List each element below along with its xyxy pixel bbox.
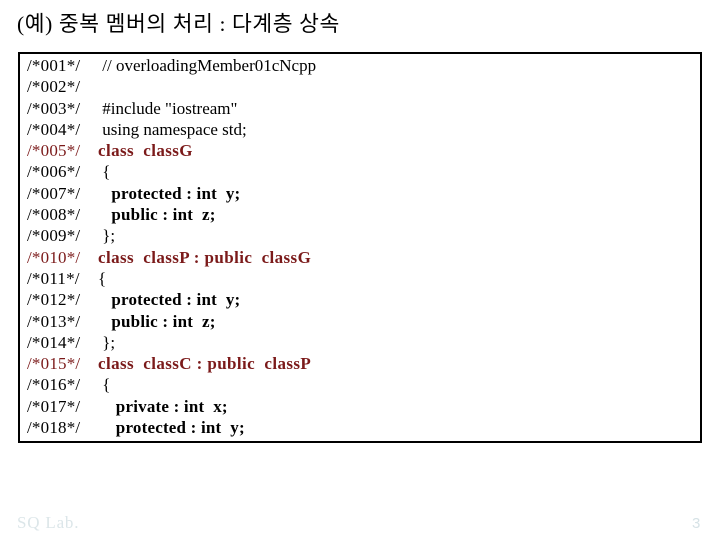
code-line: /*002*/: [20, 76, 700, 97]
code-line: /*004*/ using namespace std;: [20, 119, 700, 140]
code-line-text: public : int z;: [98, 205, 216, 225]
code-line: /*008*/ public : int z;: [20, 204, 700, 225]
code-line-number: /*015*/: [27, 354, 81, 374]
code-line: /*007*/ protected : int y;: [20, 183, 700, 204]
code-line-text: protected : int y;: [98, 183, 241, 203]
code-line-number: /*005*/: [27, 141, 81, 161]
code-line-text: public : int z;: [98, 311, 216, 331]
code-line: /*012*/ protected : int y;: [20, 289, 700, 310]
code-line-number: /*014*/: [27, 332, 81, 352]
code-line-number: /*012*/: [27, 290, 81, 310]
code-line: /*003*/ #include "iostream": [20, 98, 700, 119]
code-line: /*009*/ };: [20, 225, 700, 246]
code-line-text: class classP : public classG: [98, 247, 312, 267]
code-line-text: class classC : public classP: [98, 354, 312, 374]
code-line-text: protected : int y;: [98, 290, 241, 310]
code-line-number: /*018*/: [27, 418, 81, 438]
code-line: /*013*/ public : int z;: [20, 311, 700, 332]
code-line-text: {: [98, 268, 107, 288]
code-line: /*001*/ // overloadingMember01cNcpp: [20, 55, 700, 76]
code-line: /*005*/ class classG: [20, 140, 700, 161]
code-line-text: // overloadingMember01cNcpp: [98, 56, 317, 75]
code-line-text: #include "iostream": [98, 98, 238, 118]
code-line-text: };: [98, 226, 116, 246]
code-line: /*016*/ {: [20, 374, 700, 395]
code-line: /*018*/ protected : int y;: [20, 417, 700, 438]
page-number: 3: [692, 515, 701, 532]
code-line-text: protected : int y;: [98, 418, 245, 438]
code-line-number: /*006*/: [27, 162, 81, 182]
footer-brand-label: SQ Lab.: [17, 513, 80, 532]
code-line-text: };: [98, 332, 116, 352]
code-line-number: /*002*/: [27, 77, 81, 97]
code-line-text: {: [98, 375, 111, 395]
code-line-number: /*003*/: [27, 98, 81, 118]
code-listing-box: /*001*/ // overloadingMember01cNcpp/*002…: [18, 52, 702, 443]
page-title: (예) 중복 멤버의 처리 : 다계층 상속: [17, 12, 340, 36]
code-line-number: /*008*/: [27, 205, 81, 225]
code-line-number: /*016*/: [27, 375, 81, 395]
code-line: /*014*/ };: [20, 332, 700, 353]
code-line-number: /*007*/: [27, 183, 81, 203]
code-line-number: /*013*/: [27, 311, 81, 331]
code-line-number: /*017*/: [27, 396, 81, 416]
code-line: /*006*/ {: [20, 161, 700, 182]
code-line-number: /*009*/: [27, 226, 81, 246]
code-line: /*011*/ {: [20, 268, 700, 289]
code-line-text: using namespace std;: [98, 119, 247, 139]
code-line-number: /*011*/: [27, 268, 80, 288]
code-line-text: {: [98, 162, 111, 182]
code-line-number: /*010*/: [27, 247, 81, 267]
code-line-number: /*004*/: [27, 119, 81, 139]
code-line-number: /*001*/: [27, 56, 81, 75]
code-line-text: private : int x;: [98, 396, 228, 416]
code-line: /*017*/ private : int x;: [20, 396, 700, 417]
code-line: /*010*/ class classP : public classG: [20, 247, 700, 268]
code-line-list: /*001*/ // overloadingMember01cNcpp/*002…: [20, 55, 700, 438]
code-line: /*015*/ class classC : public classP: [20, 353, 700, 374]
code-line-text: class classG: [98, 141, 193, 161]
